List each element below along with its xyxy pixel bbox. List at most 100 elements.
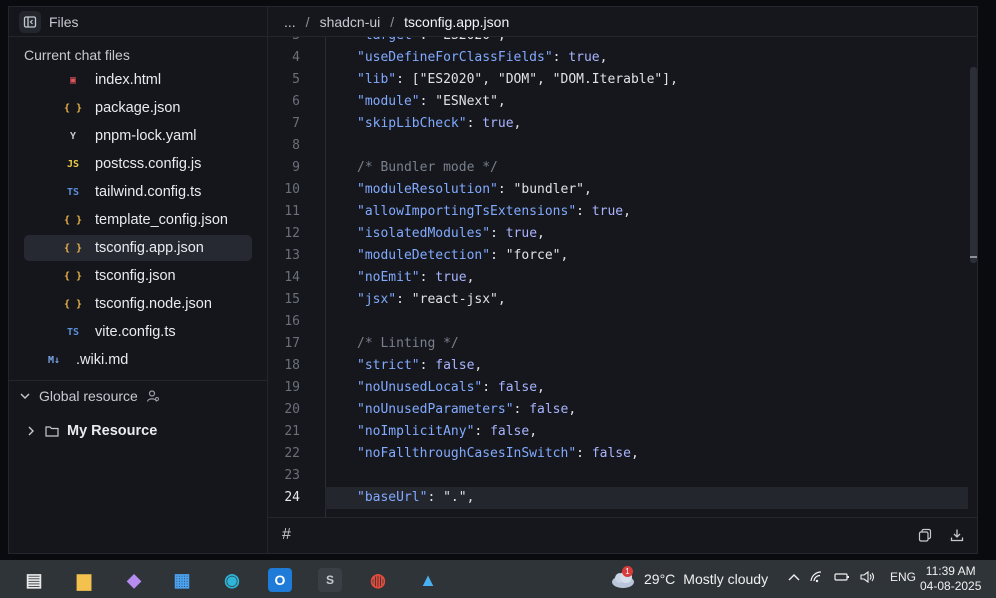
- photos-app-icon[interactable]: ▲: [416, 568, 440, 592]
- code-token: ,: [568, 402, 577, 417]
- code-editor-panel: ... / shadcn-ui / tsconfig.app.json 3 "ta…: [268, 7, 977, 553]
- edge-browser-icon[interactable]: ◉: [220, 568, 244, 592]
- code-line[interactable]: 9 /* Bundler mode */: [268, 157, 968, 179]
- code-line[interactable]: 13 "moduleDetection": "force",: [268, 245, 968, 267]
- code-line[interactable]: 14 "noEmit": true,: [268, 267, 968, 289]
- code-line[interactable]: 21 "noImplicitAny": false,: [268, 421, 968, 443]
- code-line[interactable]: 23: [268, 465, 968, 487]
- code-line[interactable]: 19 "noUnusedLocals": false,: [268, 377, 968, 399]
- code-line-current[interactable]: 24 "baseUrl": ".",: [284, 487, 968, 509]
- code-line[interactable]: 17 /* Linting */: [268, 333, 968, 355]
- code-text: "noEmit": true,: [357, 267, 474, 289]
- json-file-icon: { }: [63, 298, 83, 310]
- taskbar-clock[interactable]: 11:39 AM 04-08-2025: [920, 564, 981, 594]
- code-line[interactable]: 7 "skipLibCheck": true,: [268, 113, 968, 135]
- volume-icon[interactable]: [860, 571, 876, 583]
- weather-temperature: 29°C: [644, 571, 676, 587]
- scrollbar-position-marker: [970, 256, 977, 258]
- microsoft-store-icon[interactable]: ▦: [170, 568, 194, 592]
- copy-icon[interactable]: [918, 528, 932, 547]
- code-text: "useDefineForClassFields": true,: [357, 47, 607, 69]
- code-token: ,: [599, 50, 608, 65]
- file-name: tsconfig.json: [95, 268, 176, 284]
- task-view-icon[interactable]: ▤: [22, 568, 46, 592]
- file-item[interactable]: M↓ .wiki.md: [24, 347, 252, 373]
- line-number: 6: [292, 94, 300, 109]
- weather-widget[interactable]: 1 29°C Mostly cloudy: [610, 566, 769, 589]
- chrome-browser-icon[interactable]: ◍: [366, 568, 390, 592]
- code-token: "noFallthroughCasesInSwitch": [357, 446, 577, 461]
- file-item[interactable]: { } package.json: [24, 95, 252, 121]
- code-line[interactable]: 6 "module": "ESNext",: [268, 91, 968, 113]
- code-line[interactable]: 5 "lib": ["ES2020", "DOM", "DOM.Iterable"…: [268, 69, 968, 91]
- outlook-icon[interactable]: O: [268, 568, 292, 592]
- breadcrumb-folder[interactable]: shadcn-ui: [320, 14, 381, 30]
- sidebar-title: Files: [49, 13, 79, 30]
- global-resource-header[interactable]: Global resource: [9, 380, 268, 410]
- file-item[interactable]: { } tsconfig.app.json: [24, 235, 252, 261]
- code-token: "isolatedModules": [357, 226, 491, 241]
- line-number: 20: [284, 402, 300, 417]
- file-name: tsconfig.node.json: [95, 296, 212, 312]
- code-line[interactable]: 11 "allowImportingTsExtensions": true,: [268, 201, 968, 223]
- code-line[interactable]: 3 "target": "ES2020",: [268, 37, 968, 47]
- code-line[interactable]: 22 "noFallthroughCasesInSwitch": false,: [268, 443, 968, 465]
- code-line[interactable]: 8: [268, 135, 968, 157]
- file-item[interactable]: TS tailwind.config.ts: [24, 179, 252, 205]
- file-item[interactable]: TS vite.config.ts: [24, 319, 252, 345]
- code-text: "module": "ESNext",: [357, 91, 506, 113]
- code-text: /* Bundler mode */: [357, 157, 498, 179]
- file-item[interactable]: { } tsconfig.node.json: [24, 291, 252, 317]
- code-line[interactable]: 12 "isolatedModules": true,: [268, 223, 968, 245]
- code-token: : "react-jsx",: [396, 292, 506, 307]
- weather-condition: Mostly cloudy: [683, 571, 769, 587]
- code-token: ,: [537, 226, 545, 241]
- code-token: :: [576, 446, 592, 461]
- file-name: package.json: [95, 100, 181, 116]
- user-settings-icon[interactable]: [146, 389, 160, 403]
- breadcrumb-current-file: tsconfig.app.json: [404, 13, 510, 30]
- sidebar-toggle-icon[interactable]: [19, 10, 41, 33]
- tray-chevron-up-icon[interactable]: [788, 572, 800, 582]
- line-number: 24: [284, 490, 300, 505]
- code-area[interactable]: 3 "target": "ES2020", 4 "useDefineForClassF…: [268, 37, 968, 517]
- language-indicator[interactable]: ENG: [890, 570, 916, 584]
- code-token: ,: [623, 204, 631, 219]
- vertical-scrollbar[interactable]: [970, 67, 977, 263]
- file-name: .wiki.md: [76, 352, 129, 368]
- app-s-icon[interactable]: S: [318, 568, 342, 592]
- battery-icon[interactable]: [834, 572, 850, 582]
- line-number: 18: [284, 358, 300, 373]
- code-token: :: [466, 116, 483, 131]
- start-button-icon[interactable]: [0, 568, 10, 592]
- file-explorer-icon[interactable]: ▆: [72, 568, 96, 592]
- file-item[interactable]: ▣ index.html: [24, 67, 252, 93]
- line-number: 11: [284, 204, 300, 219]
- copilot-icon[interactable]: ◆: [122, 568, 146, 592]
- my-resource-folder[interactable]: My Resource: [25, 423, 157, 439]
- code-token: false: [497, 380, 538, 395]
- code-token: :: [576, 204, 592, 219]
- wifi-icon[interactable]: [810, 571, 824, 583]
- file-item[interactable]: Ypnpm-lock.yaml: [24, 123, 252, 149]
- code-token: false: [490, 424, 530, 439]
- code-line[interactable]: 20 "noUnusedParameters": false,: [268, 399, 968, 421]
- download-icon[interactable]: [950, 528, 964, 547]
- code-token: ,: [513, 116, 522, 131]
- file-item[interactable]: { } tsconfig.json: [24, 263, 252, 289]
- code-token: :: [513, 402, 530, 417]
- code-line[interactable]: 16: [268, 311, 968, 333]
- editor-footer: #: [268, 517, 977, 553]
- code-line[interactable]: 4 "useDefineForClassFields": true,: [268, 47, 968, 69]
- code-text: "isolatedModules": true,: [357, 223, 545, 245]
- json-file-icon: { }: [63, 270, 83, 282]
- file-item[interactable]: JS postcss.config.js: [24, 151, 252, 177]
- breadcrumb-ellipsis[interactable]: ...: [284, 14, 296, 30]
- line-number: 5: [292, 72, 300, 87]
- code-line[interactable]: 10 "moduleResolution": "bundler",: [268, 179, 968, 201]
- code-line[interactable]: 18 "strict": false,: [268, 355, 968, 377]
- file-item[interactable]: { } template_config.json: [24, 207, 252, 233]
- code-token: false: [435, 358, 475, 373]
- clock-time: 11:39 AM: [925, 564, 976, 578]
- code-line[interactable]: 15 "jsx": "react-jsx",: [268, 289, 968, 311]
